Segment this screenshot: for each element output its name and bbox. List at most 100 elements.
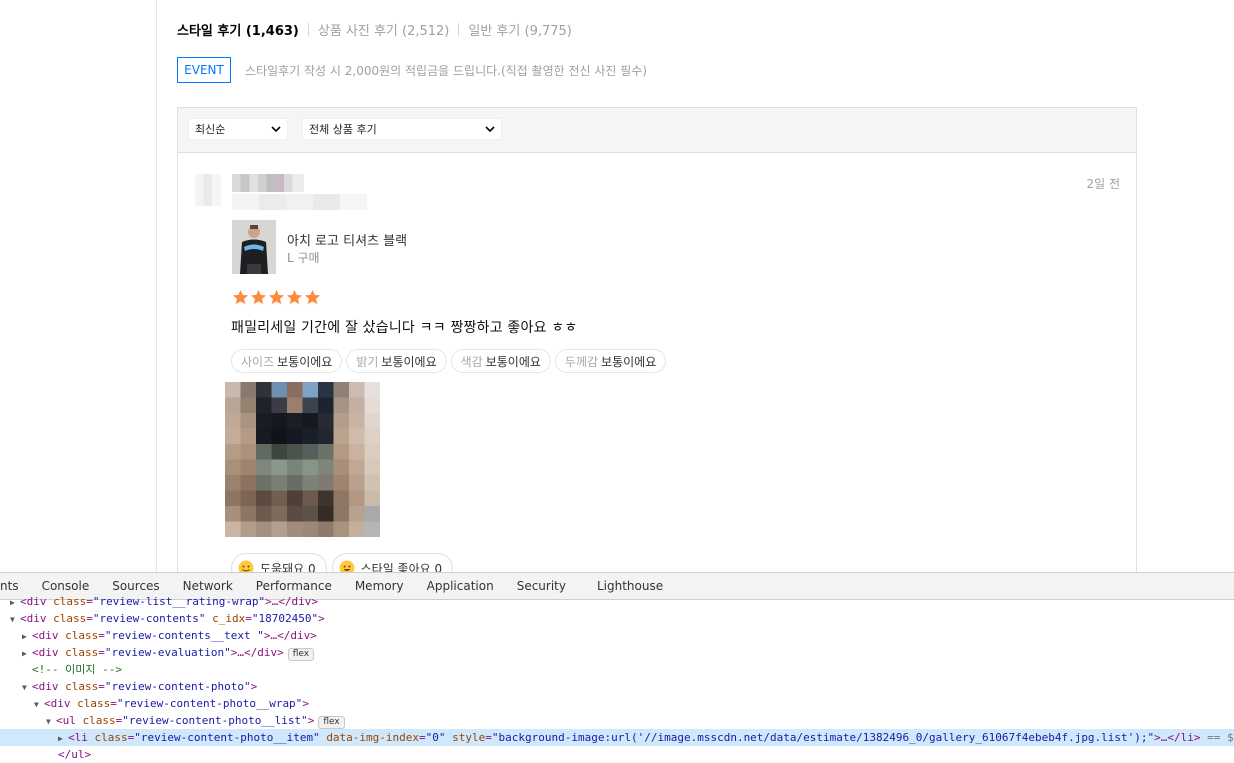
sort-select-value: 최신순: [195, 123, 226, 136]
photo-mosaic-cell: [240, 397, 257, 414]
review-list-panel: 최신순 전체 상품 후기 2일 전 아치 로고 티셔츠 블랙 L 구매 패밀리세…: [177, 107, 1137, 587]
photo-mosaic-cell: [364, 506, 380, 522]
photo-mosaic-cell: [287, 490, 303, 507]
photo-mosaic-cell: [318, 397, 334, 414]
photo-mosaic-cell: [271, 382, 288, 398]
photo-mosaic-cell: [302, 428, 319, 445]
tab-style-review[interactable]: 스타일 후기 (1,463): [177, 20, 299, 39]
review-photo[interactable]: [225, 382, 380, 537]
product-option: L 구매: [287, 251, 320, 265]
photo-mosaic-cell: [287, 506, 303, 522]
photo-mosaic-cell: [240, 382, 257, 398]
dom-node-line-selected[interactable]: ▶ <li class="review-content-photo__item" …: [0, 729, 1234, 746]
flex-badge[interactable]: flex: [318, 716, 345, 729]
photo-mosaic-cell: [225, 521, 241, 537]
evaluation-brightness: 밝기 보통이에요: [346, 349, 447, 373]
evaluation-size: 사이즈 보통이에요: [231, 349, 343, 373]
dom-node-line[interactable]: ▶ <div class="review-evaluation">…</div> f…: [0, 644, 1234, 661]
dom-node-line[interactable]: ▼ <div class="review-content-photo__wrap"…: [0, 695, 1234, 712]
dom-node-line[interactable]: ▼ <div class="review-content-photo">: [0, 678, 1234, 695]
tab-photo-review[interactable]: 상품 사진 후기 (2,512): [318, 20, 450, 39]
photo-mosaic-cell: [349, 459, 365, 476]
star-icon: [268, 290, 285, 305]
photo-mosaic-cell: [225, 428, 241, 445]
reviewer-avatar: [195, 174, 221, 206]
dom-comment-line[interactable]: <!-- 이미지 -->: [0, 661, 1234, 678]
event-text: 스타일후기 작성 시 2,000원의 적립금을 드립니다.(직접 촬영한 전신 …: [245, 64, 648, 78]
product-thumbnail[interactable]: [232, 220, 276, 274]
event-badge: EVENT: [177, 57, 231, 83]
photo-mosaic-cell: [302, 490, 319, 507]
evaluation-value: 보통이에요: [277, 354, 333, 369]
photo-mosaic-cell: [256, 397, 272, 414]
product-name[interactable]: 아치 로고 티셔츠 블랙: [287, 230, 407, 249]
dom-node-line[interactable]: ▼ <div class="review-contents" c_idx="187…: [0, 610, 1234, 627]
photo-mosaic-cell: [287, 521, 303, 537]
dom-node-line[interactable]: ▶ <div class="review-list__rating-wrap">……: [0, 593, 1234, 610]
photo-mosaic-cell: [287, 382, 303, 398]
photo-mosaic-cell: [349, 382, 365, 398]
star-icon: [250, 290, 267, 305]
photo-mosaic-cell: [333, 413, 350, 429]
dom-node-line[interactable]: ▼ <ul class="review-content-photo__list">…: [0, 712, 1234, 729]
photo-mosaic-cell: [271, 475, 288, 491]
tab-general-review[interactable]: 일반 후기 (9,775): [468, 20, 571, 39]
photo-mosaic-cell: [333, 506, 350, 522]
photo-mosaic-cell: [271, 490, 288, 507]
sort-select[interactable]: 최신순: [188, 118, 288, 140]
devtools-tab-console[interactable]: Console: [42, 579, 90, 593]
reviewer-name-blurred: [232, 174, 304, 192]
chevron-down-icon: [271, 126, 281, 133]
dom-node-line[interactable]: </ul>: [0, 746, 1234, 763]
photo-mosaic-cell: [287, 475, 303, 491]
photo-mosaic-cell: [318, 382, 334, 398]
review-scope-select[interactable]: 전체 상품 후기: [302, 118, 502, 140]
devtools-tab-application[interactable]: Application: [427, 579, 494, 593]
photo-mosaic-cell: [318, 475, 334, 491]
photo-mosaic-cell: [256, 459, 272, 476]
photo-mosaic-cell: [302, 413, 319, 429]
photo-mosaic-cell: [364, 382, 380, 398]
evaluation-value: 보통이에요: [485, 354, 541, 369]
photo-mosaic-cell: [302, 382, 319, 398]
photo-mosaic-cell: [364, 413, 380, 429]
evaluation-label: 색감: [460, 354, 483, 369]
photo-mosaic-cell: [333, 428, 350, 445]
evaluation-value: 보통이에요: [381, 354, 437, 369]
photo-mosaic-cell: [256, 444, 272, 460]
photo-mosaic-cell: [333, 521, 350, 537]
devtools-tab-performance[interactable]: Performance: [256, 579, 332, 593]
tab-divider: [307, 22, 309, 36]
review-date: 2일 전: [1086, 177, 1120, 191]
photo-mosaic-cell: [256, 413, 272, 429]
photo-mosaic-cell: [318, 444, 334, 460]
photo-mosaic-cell: [240, 521, 257, 537]
photo-mosaic-cell: [302, 459, 319, 476]
evaluation-value: 보통이에요: [601, 354, 657, 369]
photo-mosaic-cell: [271, 428, 288, 445]
photo-mosaic-cell: [364, 475, 380, 491]
photo-mosaic-cell: [333, 475, 350, 491]
devtools-tab-security[interactable]: Security: [517, 579, 566, 593]
devtools-tab-lighthouse[interactable]: Lighthouse: [597, 579, 663, 593]
devtools-tab-network[interactable]: Network: [183, 579, 233, 593]
photo-mosaic-cell: [349, 428, 365, 445]
flex-badge[interactable]: flex: [287, 648, 315, 661]
photo-mosaic-cell: [349, 490, 365, 507]
photo-mosaic-cell: [333, 397, 350, 414]
photo-mosaic-cell: [333, 444, 350, 460]
devtools-tab-sources[interactable]: Sources: [112, 579, 159, 593]
photo-mosaic-cell: [349, 413, 365, 429]
photo-mosaic-cell: [287, 459, 303, 476]
photo-mosaic-cell: [333, 382, 350, 398]
photo-mosaic-cell: [318, 413, 334, 429]
dom-node-line[interactable]: ▶ <div class="review-contents__text ">…</…: [0, 627, 1234, 644]
evaluation-label: 밝기: [356, 354, 379, 369]
photo-mosaic-cell: [302, 397, 319, 414]
devtools-panel: nts Console Sources Network Performance …: [0, 572, 1234, 761]
devtools-tab-elements[interactable]: nts: [0, 579, 19, 593]
photo-mosaic-cell: [349, 521, 365, 537]
review-text: 패밀리세일 기간에 잘 샀습니다 ㅋㅋ 짱짱하고 좋아요 ㅎㅎ: [231, 320, 578, 336]
devtools-tab-memory[interactable]: Memory: [355, 579, 404, 593]
photo-mosaic-cell: [333, 490, 350, 507]
